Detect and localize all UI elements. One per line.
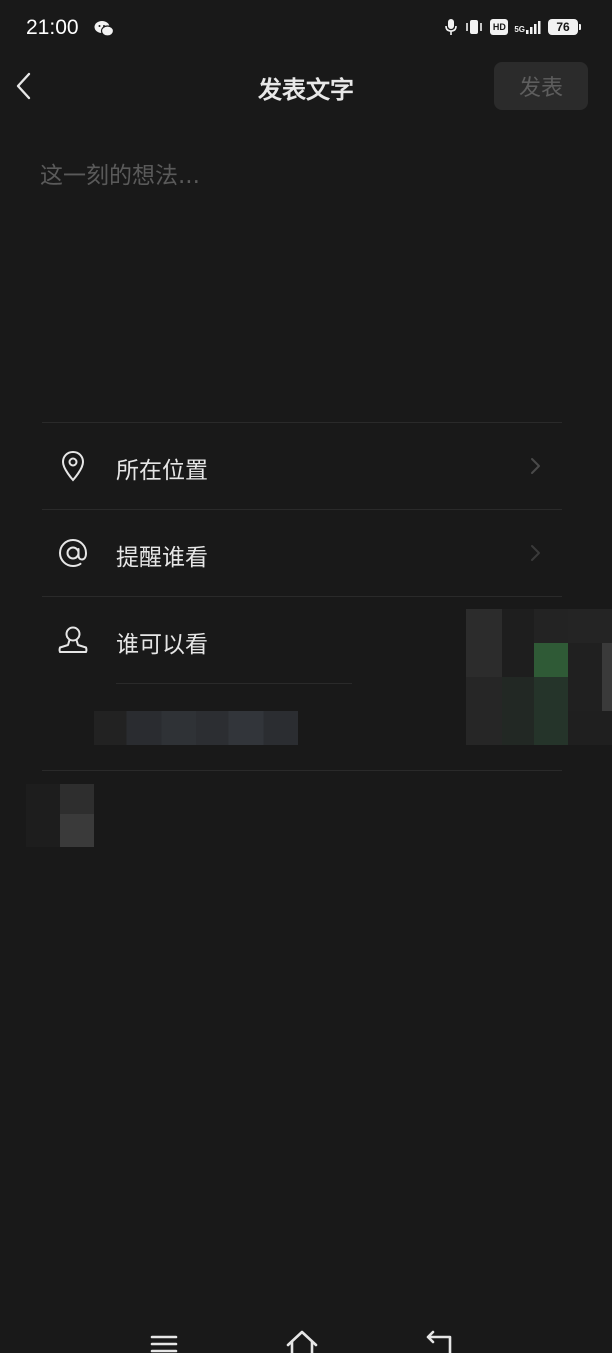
option-mention-label: 提醒谁看: [116, 545, 208, 571]
status-time: 21:00: [26, 16, 79, 39]
pixelated-block: [568, 711, 612, 745]
pixelated-block: [534, 643, 568, 677]
pixelated-block: [502, 609, 534, 677]
person-icon: [58, 626, 88, 653]
system-nav-bar: [0, 1313, 612, 1353]
post-text-input[interactable]: [40, 156, 570, 406]
at-sign-icon: [58, 538, 88, 568]
divider: [42, 770, 562, 771]
pixelated-block: [602, 643, 612, 711]
hd-icon: HD: [490, 19, 509, 35]
signal-bars-icon: [526, 21, 541, 34]
pixelated-block: [26, 784, 60, 847]
battery-icon: 76: [548, 19, 581, 35]
pixelated-block: [466, 609, 502, 677]
microphone-icon: [445, 19, 458, 35]
divider: [116, 683, 352, 684]
wechat-icon: [94, 21, 114, 37]
option-location-label: 所在位置: [116, 458, 208, 484]
pixelated-row: [94, 711, 298, 745]
publish-button[interactable]: 发表: [494, 62, 588, 110]
pixelated-block: [568, 609, 612, 643]
pixelated-block: [60, 814, 94, 847]
option-location[interactable]: 所在位置: [42, 423, 562, 509]
status-icons: HD 5G 76: [444, 18, 581, 36]
pixelated-block: [534, 609, 568, 643]
back-icon[interactable]: [422, 1323, 458, 1353]
pixelated-block: [568, 643, 602, 711]
status-bar: 21:00 HD 5G 76: [0, 0, 612, 60]
home-icon[interactable]: [284, 1323, 320, 1353]
option-mention[interactable]: 提醒谁看: [42, 510, 562, 596]
pixelated-block: [466, 677, 502, 745]
pixelated-block: [534, 677, 568, 745]
vibrate-icon: [466, 20, 483, 34]
pixelated-block: [502, 677, 534, 745]
option-visibility-label: 谁可以看: [116, 632, 208, 658]
chevron-right-icon: [531, 458, 540, 474]
network-type: 5G: [514, 25, 525, 34]
signal-5g-icon: 5G: [514, 20, 542, 34]
pixelated-block: [60, 784, 94, 814]
menu-icon[interactable]: [146, 1323, 182, 1353]
location-pin-icon: [61, 450, 85, 482]
chevron-right-icon: [531, 545, 540, 561]
